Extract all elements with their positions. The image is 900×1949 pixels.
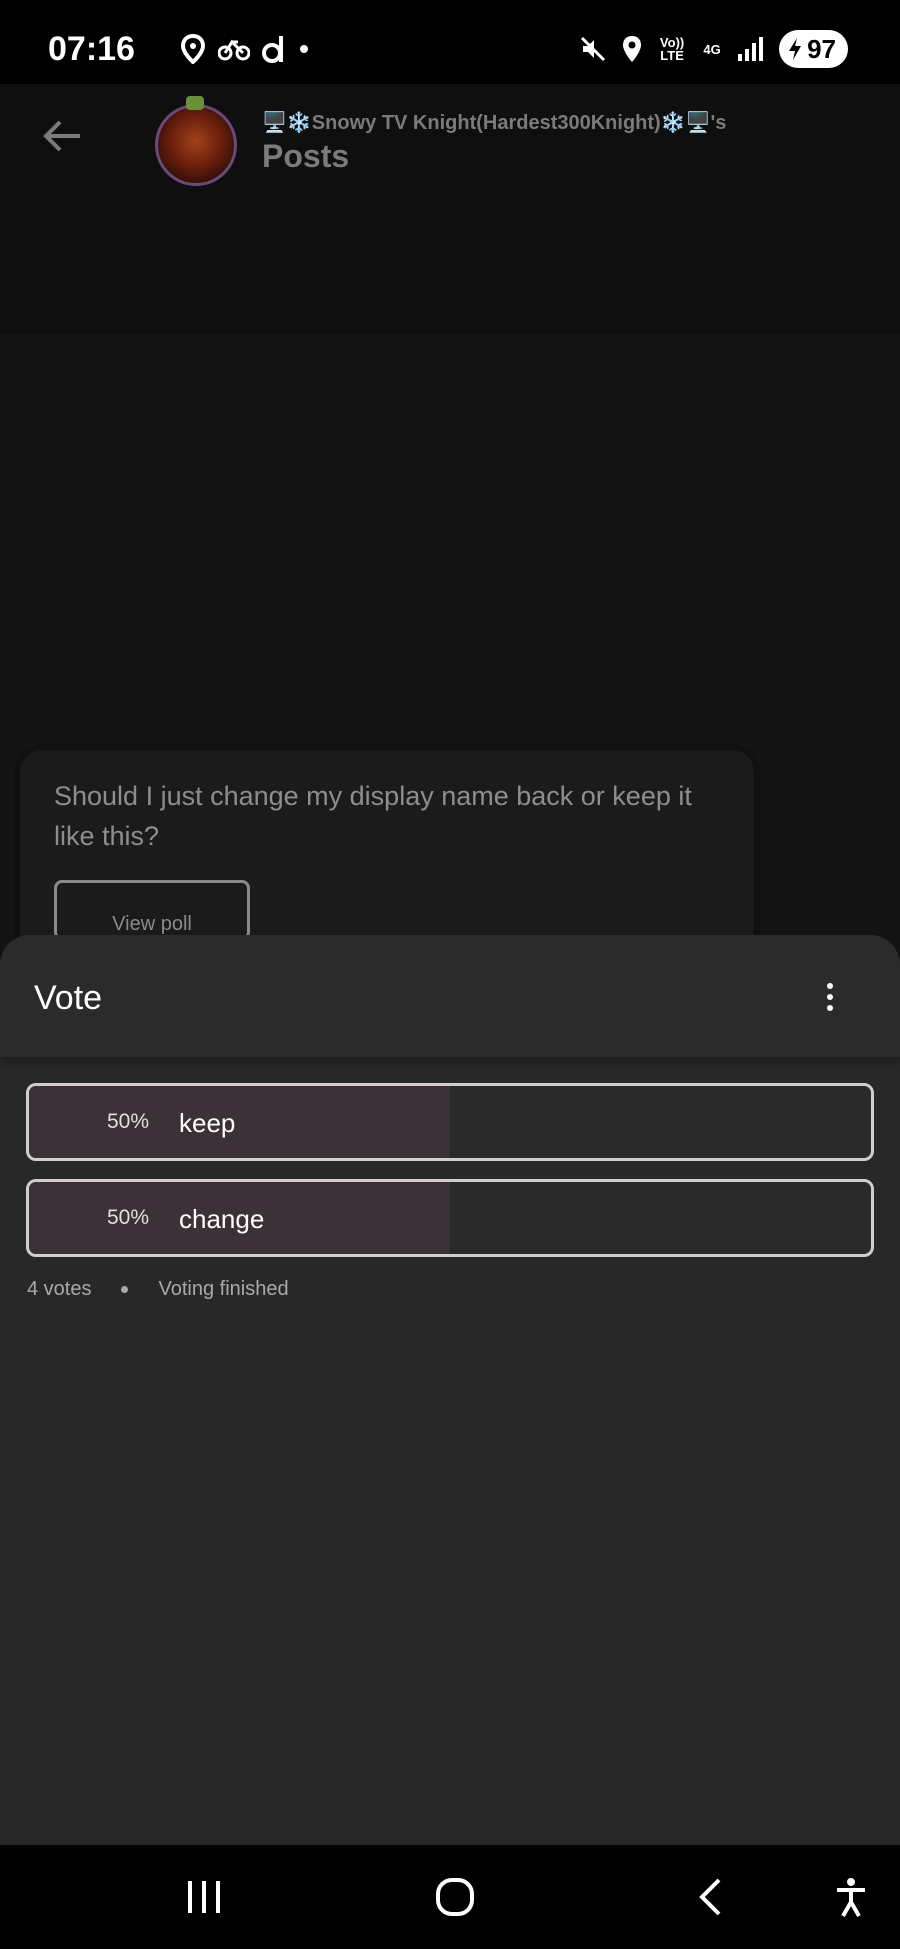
dot-icon <box>300 45 308 53</box>
post-question: Should I just change my display name bac… <box>54 781 692 851</box>
option-percent: 50% <box>107 1206 150 1229</box>
status-left-icons <box>180 34 310 64</box>
home-button[interactable] <box>420 1845 490 1949</box>
more-options-icon[interactable] <box>820 983 840 1013</box>
status-time: 07:16 <box>48 30 135 68</box>
location-pin-icon <box>180 34 206 64</box>
recent-apps-icon <box>188 1881 220 1913</box>
vote-sheet: Vote 50% keep 50% change 4 votes Voting … <box>0 935 900 1845</box>
accessibility-button[interactable] <box>826 1845 876 1949</box>
header-owner: 🖥️❄️Snowy TV Knight(Hardest300Knight)❄️🖥… <box>262 112 727 134</box>
status-right: Vo)) LTE 4G 97 <box>579 30 848 68</box>
location-icon <box>623 36 642 62</box>
navigation-bar <box>0 1845 900 1949</box>
option-label: keep <box>179 1108 236 1138</box>
d-app-icon <box>262 36 283 63</box>
volte-icon: Vo)) LTE <box>659 35 685 63</box>
voting-status: Voting finished <box>158 1278 289 1300</box>
battery-level: 97 <box>807 33 836 64</box>
back-chevron-icon <box>699 1878 721 1916</box>
back-button[interactable] <box>680 1845 740 1949</box>
battery-indicator: 97 <box>779 30 848 68</box>
home-icon <box>436 1878 474 1916</box>
app-header: 🖥️❄️Snowy TV Knight(Hardest300Knight)❄️🖥… <box>0 84 900 334</box>
mute-icon <box>581 36 606 62</box>
sheet-title: Vote <box>34 979 103 1017</box>
view-poll-button[interactable]: View poll <box>54 880 250 940</box>
option-label: change <box>179 1204 265 1234</box>
poll-meta: 4 votes Voting finished <box>27 1278 289 1301</box>
avatar[interactable] <box>155 104 237 186</box>
poll-option-keep[interactable]: 50% keep <box>26 1083 874 1161</box>
charging-bolt-icon <box>789 38 802 60</box>
separator-dot <box>121 1286 129 1293</box>
option-result-bar <box>29 1086 450 1158</box>
page-title: Posts <box>262 138 350 174</box>
avatar-badge <box>186 96 204 110</box>
poll-option-change[interactable]: 50% change <box>26 1179 874 1257</box>
sheet-header: Vote <box>0 935 900 1057</box>
recent-apps-button[interactable] <box>172 1845 236 1949</box>
vote-count: 4 votes <box>27 1278 92 1300</box>
accessibility-icon <box>837 1878 865 1917</box>
signal-icon <box>738 37 764 61</box>
back-arrow-icon[interactable] <box>40 114 84 158</box>
bike-icon <box>218 39 250 61</box>
4g-icon: 4G <box>703 41 721 57</box>
option-percent: 50% <box>107 1110 150 1133</box>
